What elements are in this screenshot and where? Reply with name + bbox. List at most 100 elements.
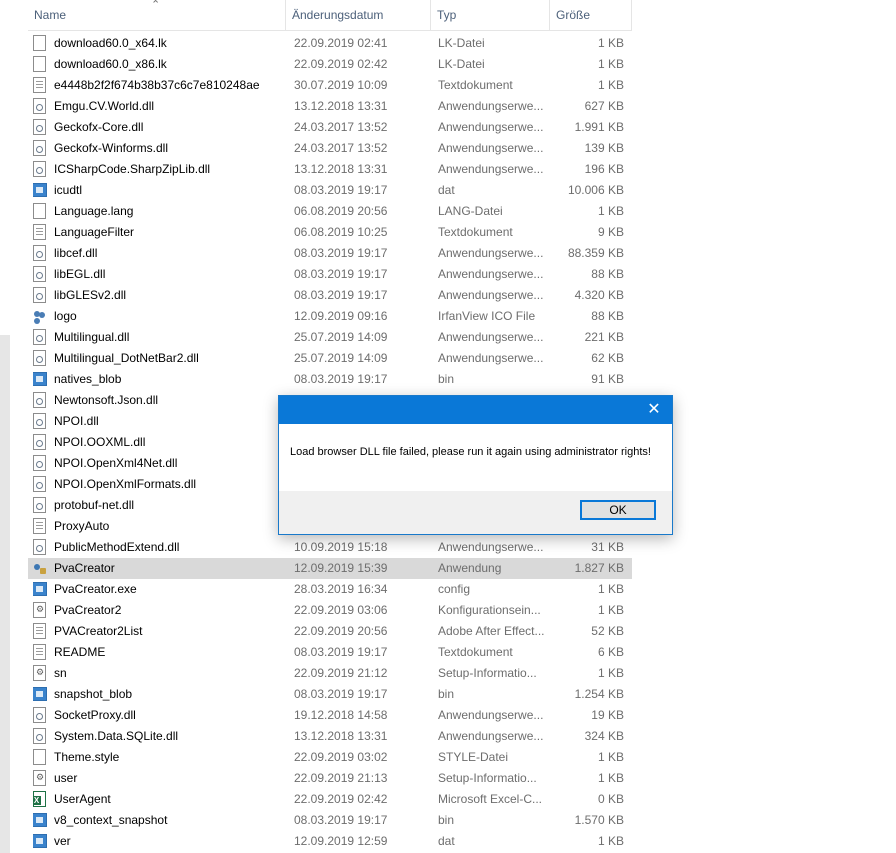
file-name: sn <box>54 666 67 680</box>
file-row[interactable]: sn 22.09.2019 21:12 Setup-Informatio... 1 K… <box>28 663 632 684</box>
file-row[interactable]: PVACreator2List 22.09.2019 20:56 Adobe Aft… <box>28 621 632 642</box>
file-date: 22.09.2019 02:42 <box>294 57 388 71</box>
file-row[interactable]: Multilingual_DotNetBar2.dll 25.07.2019 14… <box>28 348 632 369</box>
binary-file-icon <box>33 834 47 848</box>
file-name: ProxyAuto <box>54 519 110 533</box>
settings-file-icon <box>33 665 46 681</box>
file-size: 1.991 KB <box>574 120 624 134</box>
file-icon-cell <box>33 621 49 642</box>
settings-file-icon <box>33 770 46 786</box>
file-type: Setup-Informatio... <box>438 666 537 680</box>
file-size: 1 KB <box>597 834 624 848</box>
file-row[interactable]: libGLESv2.dll 08.03.2019 19:17 Anwendungse… <box>28 285 632 306</box>
file-row[interactable]: PvaCreator.exe 28.03.2019 16:34 config 1 KB <box>28 579 632 600</box>
file-row[interactable]: snapshot_blob 08.03.2019 19:17 bin 1.254 KB <box>28 684 632 705</box>
file-name: NPOI.OpenXml4Net.dll <box>54 456 178 470</box>
file-row[interactable]: Multilingual.dll 25.07.2019 14:09 Anwendun… <box>28 327 632 348</box>
file-size: 324 KB <box>584 729 624 743</box>
column-header-type[interactable]: Typ <box>431 0 550 30</box>
navigation-scrollbar[interactable] <box>0 335 10 853</box>
file-icon-cell <box>33 75 49 96</box>
file-date: 08.03.2019 19:17 <box>294 288 388 302</box>
file-size: 1 KB <box>597 666 624 680</box>
file-row[interactable]: PublicMethodExtend.dll 10.09.2019 15:18 An… <box>28 537 632 558</box>
file-date: 25.07.2019 14:09 <box>294 330 388 344</box>
file-row[interactable]: ver 12.09.2019 12:59 dat 1 KB <box>28 831 632 852</box>
file-name: Theme.style <box>54 750 120 764</box>
file-type: Anwendungserwe... <box>438 351 544 365</box>
file-icon-cell <box>33 600 49 621</box>
file-row[interactable]: System.Data.SQLite.dll 13.12.2018 13:31 An… <box>28 726 632 747</box>
file-type: Konfigurationsein... <box>438 603 541 617</box>
file-name: protobuf-net.dll <box>54 498 135 512</box>
file-row[interactable]: ICSharpCode.SharpZipLib.dll 13.12.2018 13… <box>28 159 632 180</box>
file-size: 221 KB <box>584 330 624 344</box>
file-row[interactable]: logo 12.09.2019 09:16 IrfanView ICO File 88… <box>28 306 632 327</box>
file-name: Emgu.CV.World.dll <box>54 99 155 113</box>
file-size: 9 KB <box>597 225 624 239</box>
file-name: Geckofx-Winforms.dll <box>54 141 169 155</box>
file-row[interactable]: download60.0_x64.lk 22.09.2019 02:41 LK-Da… <box>28 33 632 54</box>
file-name: Multilingual_DotNetBar2.dll <box>54 351 199 365</box>
column-header-size[interactable]: Größe <box>550 0 632 30</box>
file-row[interactable]: Language.lang 06.08.2019 20:56 LANG-Datei 1… <box>28 201 632 222</box>
file-row[interactable]: libEGL.dll 08.03.2019 19:17 Anwendungserwe… <box>28 264 632 285</box>
file-type: LK-Datei <box>438 36 485 50</box>
file-row[interactable]: icudtl 08.03.2019 19:17 dat 10.006 KB <box>28 180 632 201</box>
close-icon[interactable]: ✕ <box>642 399 666 421</box>
file-name: ICSharpCode.SharpZipLib.dll <box>54 162 211 176</box>
file-icon-cell <box>33 453 49 474</box>
dll-icon <box>33 350 46 366</box>
file-row[interactable]: user 22.09.2019 21:13 Setup-Informatio... 1… <box>28 768 632 789</box>
file-icon-cell <box>33 264 49 285</box>
file-size: 52 KB <box>591 624 624 638</box>
file-row[interactable]: SocketProxy.dll 19.12.2018 14:58 Anwendung… <box>28 705 632 726</box>
file-size: 6 KB <box>597 645 624 659</box>
file-type: Microsoft Excel-C... <box>438 792 543 806</box>
file-icon-cell <box>33 243 49 264</box>
file-row[interactable]: e4448b2f2f674b38b37c6c7e810248ae 30.07.20… <box>28 75 632 96</box>
file-size: 1 KB <box>597 78 624 92</box>
file-size: 1.827 KB <box>574 561 624 575</box>
file-name: PvaCreator.exe <box>54 582 137 596</box>
file-icon-cell <box>33 33 49 54</box>
file-row[interactable]: download60.0_x86.lk 22.09.2019 02:42 LK-Da… <box>28 54 632 75</box>
file-row[interactable]: Geckofx-Winforms.dll 24.03.2017 13:52 Anwe… <box>28 138 632 159</box>
column-header-name[interactable]: Name <box>28 0 286 30</box>
file-icon-cell <box>33 558 49 579</box>
file-row[interactable]: UserAgent 22.09.2019 02:42 Microsoft Excel… <box>28 789 632 810</box>
dll-icon <box>33 728 46 744</box>
file-size: 88 KB <box>591 309 624 323</box>
file-date: 28.03.2019 16:34 <box>294 582 388 596</box>
column-header-date[interactable]: Änderungsdatum <box>286 0 431 30</box>
file-row[interactable]: natives_blob 08.03.2019 19:17 bin 91 KB <box>28 369 632 390</box>
file-row[interactable]: PvaCreator 12.09.2019 15:39 Anwendung 1.827… <box>28 558 632 579</box>
file-name: NPOI.OOXML.dll <box>54 435 146 449</box>
file-row[interactable]: Theme.style 22.09.2019 03:02 STYLE-Datei 1 … <box>28 747 632 768</box>
binary-file-icon <box>33 582 47 596</box>
file-date: 08.03.2019 19:17 <box>294 645 388 659</box>
file-date: 06.08.2019 20:56 <box>294 204 388 218</box>
file-type: Anwendungserwe... <box>438 288 544 302</box>
file-row[interactable]: LanguageFilter 06.08.2019 10:25 Textdokume… <box>28 222 632 243</box>
file-icon-cell <box>33 201 49 222</box>
file-icon-cell <box>33 222 49 243</box>
file-row[interactable]: libcef.dll 08.03.2019 19:17 Anwendungserwe… <box>28 243 632 264</box>
file-row[interactable]: PvaCreator2 22.09.2019 03:06 Konfiguration… <box>28 600 632 621</box>
error-dialog: ✕ Load browser DLL file failed, please r… <box>278 395 673 535</box>
file-row[interactable]: v8_context_snapshot 08.03.2019 19:17 bin 1.… <box>28 810 632 831</box>
ok-button[interactable]: OK <box>580 500 656 520</box>
file-row[interactable]: Emgu.CV.World.dll 13.12.2018 13:31 Anwendu… <box>28 96 632 117</box>
file-name: v8_context_snapshot <box>54 813 168 827</box>
file-type: Anwendungserwe... <box>438 246 544 260</box>
file-date: 24.03.2017 13:52 <box>294 141 388 155</box>
file-date: 08.03.2019 19:17 <box>294 687 388 701</box>
file-name: logo <box>54 309 77 323</box>
file-date: 12.09.2019 09:16 <box>294 309 388 323</box>
dll-icon <box>33 539 46 555</box>
file-icon-cell <box>33 348 49 369</box>
file-row[interactable]: Geckofx-Core.dll 24.03.2017 13:52 Anwendun… <box>28 117 632 138</box>
file-date: 22.09.2019 21:13 <box>294 771 388 785</box>
file-date: 24.03.2017 13:52 <box>294 120 388 134</box>
file-row[interactable]: README 08.03.2019 19:17 Textdokument 6 KB <box>28 642 632 663</box>
